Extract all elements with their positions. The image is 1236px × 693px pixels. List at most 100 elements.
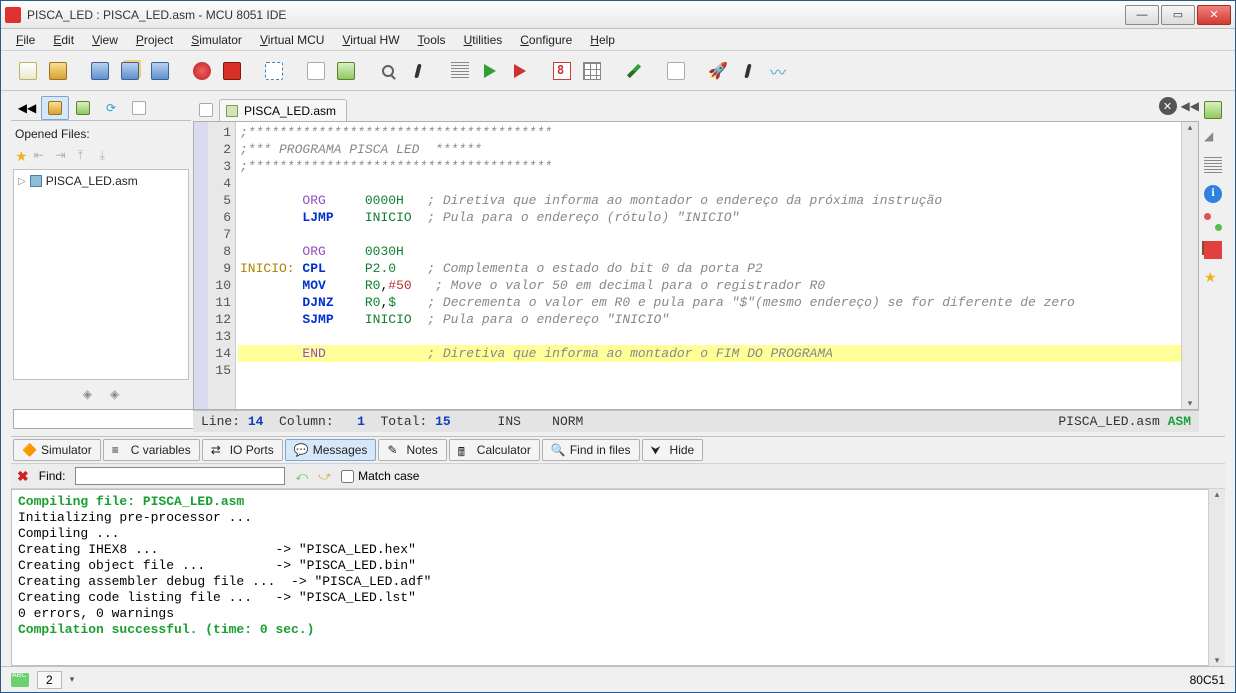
doc2-button[interactable] — [333, 58, 359, 84]
bottom-tab-find-in-files[interactable]: 🔍Find in files — [542, 439, 640, 461]
prev-icon[interactable]: ◈ — [83, 387, 92, 401]
save-as-button[interactable] — [117, 58, 143, 84]
close-button[interactable]: ✕ — [1197, 5, 1231, 25]
save-all-button[interactable] — [147, 58, 173, 84]
code-line[interactable]: DJNZ R0,$ ; Decrementa o valor em R0 e p… — [238, 294, 1181, 311]
down-icon[interactable]: ⤓ — [100, 148, 116, 164]
bottom-tab-io-ports[interactable]: ⇄IO Ports — [202, 439, 283, 461]
breakpoint-gutter[interactable] — [194, 122, 208, 409]
fullscreen-button[interactable] — [261, 58, 287, 84]
code-line[interactable]: LJMP INICIO ; Pula para o endereço (rótu… — [238, 209, 1181, 226]
right-list-icon[interactable] — [1204, 157, 1222, 175]
status-norm: NORM — [552, 414, 583, 429]
replace-button[interactable] — [405, 58, 431, 84]
close-tab-button[interactable]: ✕ — [1159, 97, 1177, 115]
bottom-tab-notes[interactable]: ✎Notes — [378, 439, 446, 461]
stop-button[interactable] — [219, 58, 245, 84]
spellcheck-icon[interactable] — [11, 673, 29, 687]
match-case-checkbox[interactable]: Match case — [341, 469, 419, 483]
import-button[interactable] — [663, 58, 689, 84]
code-line[interactable]: ;*************************************** — [238, 158, 1181, 175]
code-area[interactable]: ;***************************************… — [236, 122, 1181, 409]
right-flag-icon[interactable] — [1204, 241, 1222, 259]
menu-edit[interactable]: Edit — [44, 31, 83, 49]
menu-virtual-mcu[interactable]: Virtual MCU — [251, 31, 333, 49]
doc1-button[interactable] — [303, 58, 329, 84]
tree-item[interactable]: ▷ PISCA_LED.asm — [18, 174, 184, 188]
seg7-button[interactable] — [549, 58, 575, 84]
right-doc-icon[interactable] — [1204, 101, 1222, 119]
editor-tab[interactable]: PISCA_LED.asm — [219, 99, 347, 121]
bottom-tab-messages[interactable]: 💬Messages — [285, 439, 377, 461]
brush2-button[interactable] — [735, 58, 761, 84]
code-line[interactable]: ;*************************************** — [238, 124, 1181, 141]
bottom-tab-hide[interactable]: ⮟Hide — [642, 439, 704, 461]
up-icon[interactable]: ⤒ — [78, 148, 94, 164]
sort-desc-icon[interactable]: ⇥ — [56, 148, 72, 164]
left-search-input[interactable] — [13, 409, 200, 429]
sort-asc-icon[interactable]: ⇤ — [34, 148, 50, 164]
menu-file[interactable]: File — [7, 31, 44, 49]
code-line[interactable]: END ; Diretiva que informa ao montador o… — [238, 345, 1181, 362]
messages-output[interactable]: Compiling file: PISCA_LED.asmInitializin… — [11, 489, 1225, 666]
bookmark-icon[interactable]: ★ — [15, 148, 28, 165]
maximize-button[interactable]: ▭ — [1161, 5, 1195, 25]
run2-button[interactable] — [507, 58, 533, 84]
menu-simulator[interactable]: Simulator — [182, 31, 251, 49]
run-button[interactable] — [477, 58, 503, 84]
indent-button[interactable] — [447, 58, 473, 84]
next-icon[interactable]: ◈ — [110, 387, 119, 401]
menu-help[interactable]: Help — [581, 31, 624, 49]
code-line[interactable]: ;*** PROGRAMA PISCA LED ****** — [238, 141, 1181, 158]
menu-view[interactable]: View — [83, 31, 127, 49]
footer-dropdown-icon[interactable]: ▾ — [70, 674, 75, 685]
menu-tools[interactable]: Tools — [409, 31, 455, 49]
menu-virtual-hw[interactable]: Virtual HW — [333, 31, 408, 49]
match-case-input[interactable] — [341, 470, 354, 483]
expand-icon[interactable]: ▷ — [18, 176, 26, 187]
matrix-button[interactable] — [579, 58, 605, 84]
right-graph-icon[interactable] — [1204, 213, 1222, 231]
right-info-icon[interactable]: i — [1204, 185, 1222, 203]
right-chevron-icon[interactable]: ◢ — [1204, 129, 1222, 147]
find-button[interactable] — [375, 58, 401, 84]
menu-project[interactable]: Project — [127, 31, 182, 49]
messages-scrollbar[interactable]: ▴▾ — [1208, 489, 1225, 666]
menu-utilities[interactable]: Utilities — [455, 31, 512, 49]
wave-button[interactable]: 〰 — [765, 58, 791, 84]
code-line[interactable]: MOV R0,#50 ; Move o valor 50 em decimal … — [238, 277, 1181, 294]
close-file-button[interactable] — [189, 58, 215, 84]
left-tab-fs[interactable] — [125, 96, 153, 120]
code-line[interactable] — [238, 328, 1181, 345]
code-line[interactable]: ORG 0030H — [238, 243, 1181, 260]
code-line[interactable] — [238, 362, 1181, 379]
tab-forward-button[interactable]: ◀◀ — [1181, 99, 1199, 113]
find-input[interactable] — [75, 467, 285, 485]
open-file-button[interactable] — [45, 58, 71, 84]
edit-button[interactable] — [621, 58, 647, 84]
right-star-icon[interactable]: ★ — [1204, 269, 1222, 287]
rocket-button[interactable]: 🚀 — [705, 58, 731, 84]
editor-scrollbar-v[interactable]: ▴▾ — [1181, 122, 1198, 409]
code-line[interactable]: SJMP INICIO ; Pula para o endereço "INIC… — [238, 311, 1181, 328]
code-line[interactable]: INICIO: CPL P2.0 ; Complementa o estado … — [238, 260, 1181, 277]
bottom-tab-c-variables[interactable]: ≡C variables — [103, 439, 200, 461]
minimize-button[interactable]: — — [1125, 5, 1159, 25]
find-close-button[interactable]: ✖ — [17, 468, 29, 485]
save-button[interactable] — [87, 58, 113, 84]
add-tab-button[interactable] — [195, 99, 217, 121]
code-line[interactable] — [238, 226, 1181, 243]
bottom-tab-simulator[interactable]: 🔶Simulator — [13, 439, 101, 461]
code-line[interactable] — [238, 175, 1181, 192]
left-tab-refresh[interactable]: ⟳ — [97, 96, 125, 120]
left-tab-back[interactable]: ◀◀ — [13, 96, 41, 120]
menu-configure[interactable]: Configure — [511, 31, 581, 49]
code-line[interactable]: ORG 0000H ; Diretiva que informa ao mont… — [238, 192, 1181, 209]
file-tree[interactable]: ▷ PISCA_LED.asm — [13, 169, 189, 380]
find-next-button[interactable]: ⤻ — [318, 469, 331, 484]
left-tab-files[interactable] — [41, 96, 69, 120]
left-tab-project[interactable] — [69, 96, 97, 120]
new-file-button[interactable] — [15, 58, 41, 84]
bottom-tab-calculator[interactable]: 🖩Calculator — [449, 439, 540, 461]
find-prev-button[interactable]: ⤺ — [295, 469, 308, 484]
